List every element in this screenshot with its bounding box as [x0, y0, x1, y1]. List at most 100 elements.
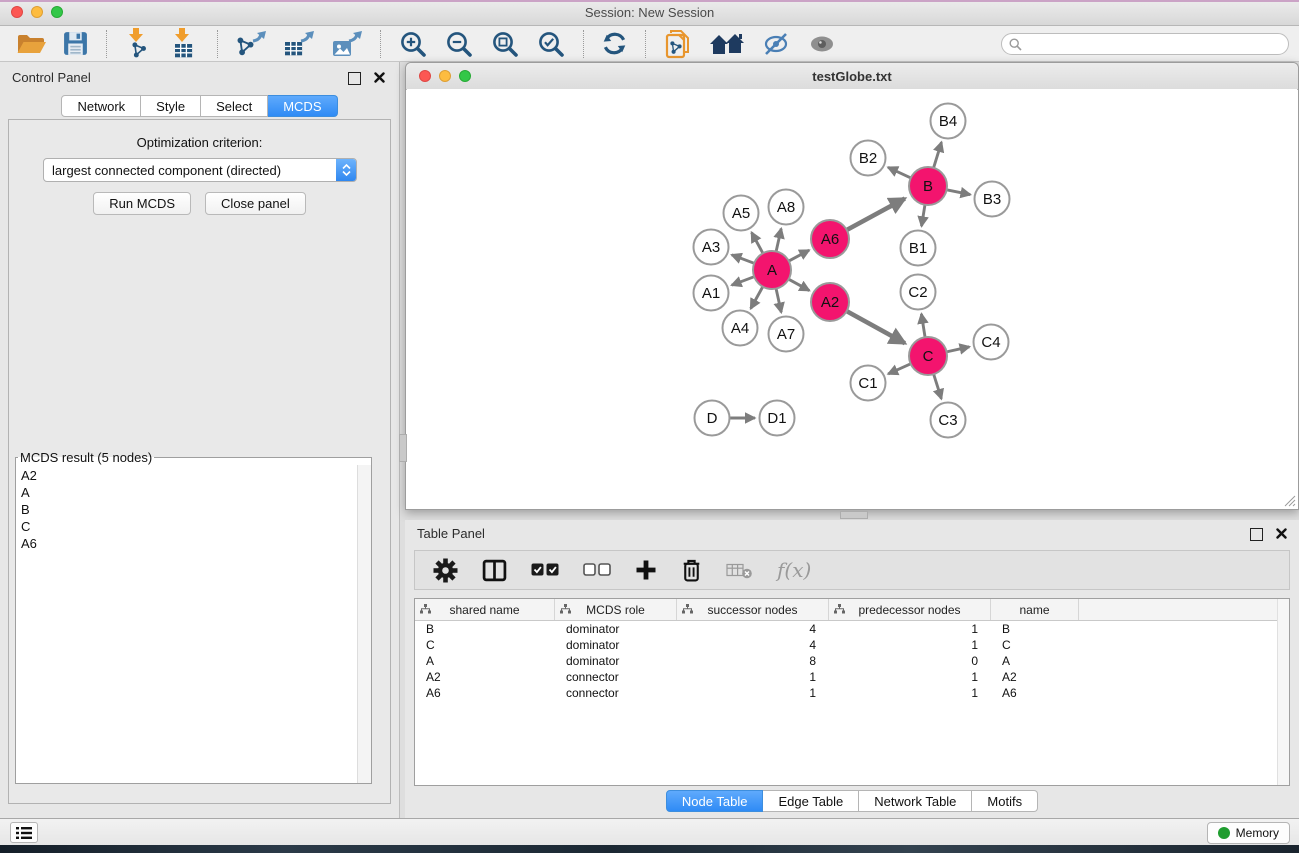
copy-network-icon[interactable] [657, 27, 699, 61]
table-cell[interactable]: 4 [677, 621, 829, 637]
task-history-button[interactable] [10, 822, 38, 843]
column-header-name[interactable]: name [991, 599, 1079, 620]
mcds-result-item[interactable]: A2 [16, 467, 358, 484]
mcds-result-item[interactable]: A6 [16, 535, 358, 552]
network-window-titlebar[interactable]: testGlobe.txt [406, 63, 1298, 90]
criterion-dropdown[interactable]: largest connected component (directed) [43, 158, 357, 182]
table-cell[interactable]: A6 [991, 685, 1079, 701]
graph-edge[interactable] [934, 142, 942, 168]
tab-node-table[interactable]: Node Table [666, 790, 764, 812]
column-header-successor-nodes[interactable]: successor nodes [677, 599, 829, 620]
table-cell[interactable]: A [991, 653, 1079, 669]
settings-icon[interactable] [433, 558, 458, 583]
function-builder-icon[interactable]: f(x) [777, 560, 811, 580]
memory-button[interactable]: Memory [1207, 822, 1290, 844]
mcds-result-item[interactable]: C [16, 518, 358, 535]
resize-grip-icon[interactable] [1282, 493, 1296, 507]
vertical-splitter-handle[interactable] [399, 434, 407, 462]
graph-edge[interactable] [947, 347, 970, 352]
graph-edge[interactable] [776, 289, 781, 313]
graph-edge[interactable] [888, 364, 910, 374]
zoom-selected-icon[interactable] [530, 27, 572, 61]
run-mcds-button[interactable]: Run MCDS [93, 192, 191, 215]
hide-annotations-icon[interactable] [755, 27, 797, 61]
graph-edge[interactable] [847, 311, 905, 343]
select-all-icon[interactable] [531, 563, 559, 577]
tab-network-table[interactable]: Network Table [859, 790, 972, 812]
table-cell[interactable]: 1 [677, 685, 829, 701]
table-cell[interactable]: A2 [991, 669, 1079, 685]
horizontal-splitter-handle[interactable] [840, 511, 868, 519]
delete-table-icon[interactable] [726, 560, 753, 580]
close-panel-icon[interactable] [374, 72, 385, 83]
import-network-icon[interactable] [118, 27, 160, 61]
delete-row-icon[interactable] [681, 558, 702, 583]
table-scrollbar[interactable] [1277, 599, 1289, 785]
graph-edge[interactable] [751, 287, 763, 309]
graph-edge[interactable] [888, 167, 911, 178]
graph-edge[interactable] [947, 190, 971, 195]
column-header-predecessor-nodes[interactable]: predecessor nodes [829, 599, 991, 620]
graph-edge[interactable] [732, 255, 755, 263]
float-table-panel-icon[interactable] [1250, 528, 1263, 541]
table-cell[interactable]: 1 [677, 669, 829, 685]
tab-motifs[interactable]: Motifs [972, 790, 1038, 812]
graph-edge[interactable] [789, 250, 809, 261]
mcds-result-item[interactable]: A [16, 484, 358, 501]
table-cell[interactable]: connector [555, 669, 677, 685]
column-header-shared-name[interactable]: shared name [415, 599, 555, 620]
graph-edge[interactable] [776, 229, 781, 252]
save-icon[interactable] [56, 27, 95, 61]
column-header-MCDS-role[interactable]: MCDS role [555, 599, 677, 620]
search-input[interactable] [1001, 33, 1289, 55]
deselect-all-icon[interactable] [583, 563, 611, 577]
table-row[interactable]: Bdominator41B [415, 621, 1289, 637]
table-cell[interactable]: 1 [829, 621, 991, 637]
graph-edge[interactable] [934, 374, 942, 399]
table-row[interactable]: A2connector11A2 [415, 669, 1289, 685]
table-cell[interactable]: 4 [677, 637, 829, 653]
export-image-icon[interactable] [325, 27, 369, 61]
table-cell[interactable]: 8 [677, 653, 829, 669]
table-cell[interactable]: C [991, 637, 1079, 653]
show-details-icon[interactable] [801, 27, 843, 61]
home-icon[interactable] [703, 27, 751, 61]
table-row[interactable]: Cdominator41C [415, 637, 1289, 653]
zoom-fit-icon[interactable] [484, 27, 526, 61]
close-table-panel-icon[interactable] [1276, 528, 1287, 539]
zoom-in-icon[interactable] [392, 27, 434, 61]
zoom-out-icon[interactable] [438, 27, 480, 61]
table-cell[interactable]: A [415, 653, 555, 669]
table-cell[interactable]: A2 [415, 669, 555, 685]
table-cell[interactable]: B [991, 621, 1079, 637]
graph-edge[interactable] [752, 232, 763, 253]
table-cell[interactable]: A6 [415, 685, 555, 701]
open-icon[interactable] [10, 27, 52, 61]
close-panel-button[interactable]: Close panel [205, 192, 306, 215]
export-table-icon[interactable] [277, 27, 321, 61]
mcds-result-item[interactable]: B [16, 501, 358, 518]
float-panel-icon[interactable] [348, 72, 361, 85]
table-row[interactable]: A6connector11A6 [415, 685, 1289, 701]
tab-edge-table[interactable]: Edge Table [763, 790, 859, 812]
tab-select[interactable]: Select [201, 95, 268, 117]
table-cell[interactable]: 0 [829, 653, 991, 669]
refresh-icon[interactable] [595, 27, 634, 61]
result-scrollbar[interactable] [357, 465, 371, 783]
graph-edge[interactable] [732, 277, 755, 285]
network-graph[interactable]: B4B2BB3A5A8A6A3B1AA1C2A2A4A7C4CC1C3DD1 [407, 89, 1297, 508]
table-row[interactable]: Adominator80A [415, 653, 1289, 669]
tab-mcds[interactable]: MCDS [268, 95, 337, 117]
export-network-icon[interactable] [229, 27, 273, 61]
columns-icon[interactable] [482, 558, 507, 583]
table-cell[interactable]: C [415, 637, 555, 653]
tab-style[interactable]: Style [141, 95, 201, 117]
import-table-icon[interactable] [164, 27, 206, 61]
graph-edge[interactable] [922, 205, 925, 226]
add-row-icon[interactable] [635, 559, 657, 581]
graph-edge[interactable] [847, 199, 905, 230]
table-cell[interactable]: B [415, 621, 555, 637]
graph-edge[interactable] [789, 279, 810, 290]
table-cell[interactable]: 1 [829, 637, 991, 653]
table-cell[interactable]: 1 [829, 669, 991, 685]
